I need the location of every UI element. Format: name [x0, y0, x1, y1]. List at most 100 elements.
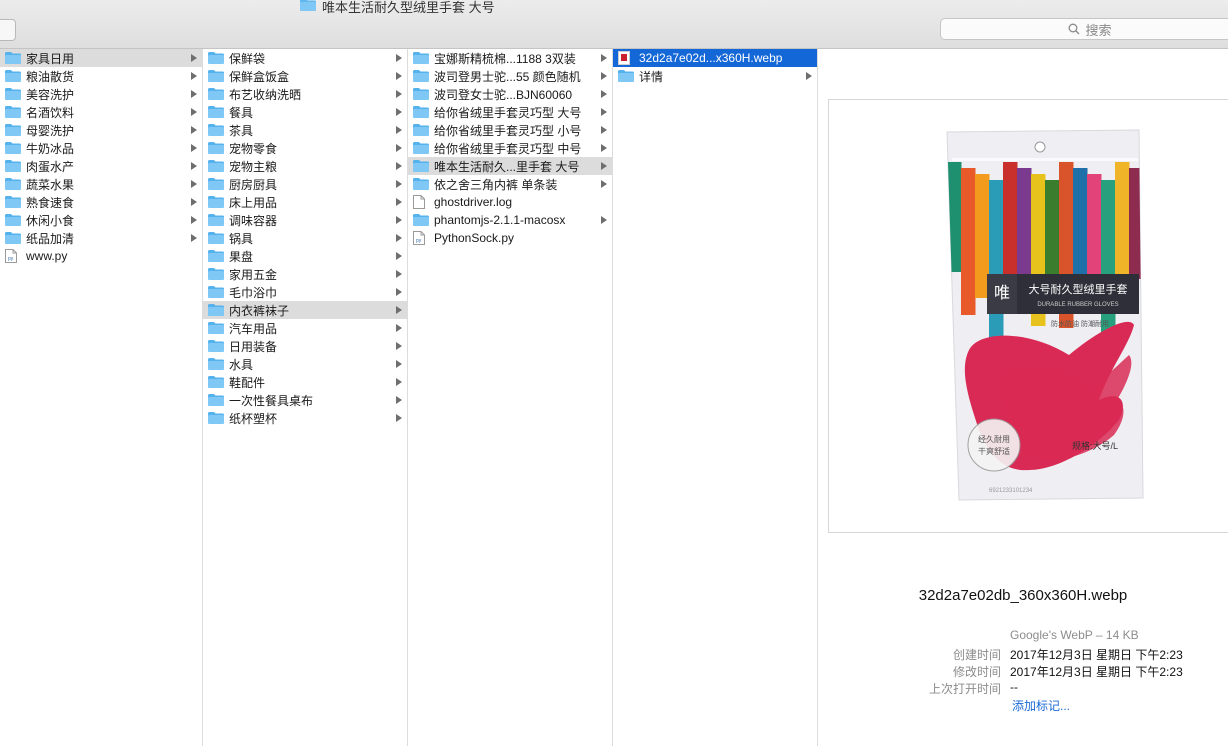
package-stripe	[989, 180, 1004, 341]
column-2-item[interactable]: 鞋配件	[203, 373, 407, 391]
column-1-item[interactable]: 名酒饮料	[0, 103, 202, 121]
item-label: 家用五金	[229, 267, 278, 282]
column-2-item[interactable]: 布艺收纳洗晒	[203, 85, 407, 103]
column-1-item[interactable]: py www.py	[0, 247, 202, 265]
disclosure-arrow-icon	[396, 144, 402, 152]
column-1-item[interactable]: 蔬菜水果	[0, 175, 202, 193]
view-toggle-button[interactable]	[0, 19, 16, 41]
disclosure-arrow-icon	[396, 378, 402, 386]
item-label: 宝娜斯精梳棉...1188 3双装	[434, 51, 576, 66]
column-2-item[interactable]: 厨房厨具	[203, 175, 407, 193]
add-tags-link[interactable]: 添加标记...	[1012, 697, 1070, 714]
column-2-item[interactable]: 宠物零食	[203, 139, 407, 157]
column-3[interactable]: 宝娜斯精梳棉...1188 3双装 波司登男士驼...55 颜色随机 波司登女士驼.…	[408, 49, 613, 746]
item-label: 宠物零食	[229, 141, 278, 156]
column-2-item[interactable]: 日用装备	[203, 337, 407, 355]
meta-key: 修改时间	[952, 665, 1001, 679]
column-1-item[interactable]: 纸品加清	[0, 229, 202, 247]
column-2-item[interactable]: 汽车用品	[203, 319, 407, 337]
item-label: 纸品加清	[26, 231, 75, 246]
item-label: 详情	[639, 69, 664, 84]
column-1-item[interactable]: 熟食速食	[0, 193, 202, 211]
column-3-item[interactable]: 给你省绒里手套灵巧型 中号	[408, 139, 612, 157]
column-2-item[interactable]: 宠物主粮	[203, 157, 407, 175]
item-label: 蔬菜水果	[26, 177, 75, 192]
column-2-item[interactable]: 毛巾浴巾	[203, 283, 407, 301]
column-1-item[interactable]: 肉蛋水产	[0, 157, 202, 175]
column-3-item[interactable]: phantomjs-2.1.1-macosx	[408, 211, 612, 229]
disclosure-arrow-icon	[396, 108, 402, 116]
column-2-item[interactable]: 保鲜袋	[203, 49, 407, 67]
column-2-item[interactable]: 调味容器	[203, 211, 407, 229]
folder-icon	[5, 159, 21, 173]
column-2-item[interactable]: 锅具	[203, 229, 407, 247]
disclosure-arrow-icon	[396, 342, 402, 350]
disclosure-arrow-icon	[601, 216, 607, 224]
product-barcode-text: 6921233101234	[989, 488, 1033, 494]
column-2-item[interactable]: 茶具	[203, 121, 407, 139]
column-1-item[interactable]: 母婴洗护	[0, 121, 202, 139]
folder-icon	[5, 231, 21, 245]
disclosure-arrow-icon	[396, 414, 402, 422]
column-3-item[interactable]: 宝娜斯精梳棉...1188 3双装	[408, 49, 612, 67]
item-label: 牛奶冰品	[26, 141, 75, 156]
search-field[interactable]: 搜索	[940, 18, 1228, 40]
folder-icon	[5, 123, 21, 137]
column-2-item[interactable]: 一次性餐具桌布	[203, 391, 407, 409]
folder-icon	[413, 141, 429, 155]
column-4-item[interactable]: 32d2a7e02d...x360H.webp	[613, 49, 817, 67]
column-3-item[interactable]: 唯本生活耐久...里手套 大号	[408, 157, 612, 175]
column-2-item[interactable]: 床上用品	[203, 193, 407, 211]
package-stripe	[1129, 168, 1143, 279]
column-3-item[interactable]: py PythonSock.py	[408, 229, 612, 247]
disclosure-arrow-icon	[191, 180, 197, 188]
column-4-item[interactable]: 详情	[613, 67, 817, 85]
column-1-item[interactable]: 美容洗护	[0, 85, 202, 103]
disclosure-arrow-icon	[191, 90, 197, 98]
item-label: 纸杯塑杯	[229, 411, 278, 426]
item-label: 给你省绒里手套灵巧型 大号	[434, 105, 582, 120]
column-3-item[interactable]: 波司登女士驼...BJN60060	[408, 85, 612, 103]
python-file-icon: py	[413, 231, 429, 245]
folder-icon	[413, 69, 429, 83]
product-subtitle: DURABLE RUBBER GLOVES	[1037, 302, 1118, 308]
disclosure-arrow-icon	[806, 72, 812, 80]
folder-icon	[413, 51, 429, 65]
item-label: www.py	[26, 249, 68, 263]
column-2-item[interactable]: 餐具	[203, 103, 407, 121]
column-3-item[interactable]: 波司登男士驼...55 颜色随机	[408, 67, 612, 85]
column-3-item[interactable]: 依之舍三角内裤 单条装	[408, 175, 612, 193]
meta-value: 2017年12月3日 星期日 下午2:23	[1010, 648, 1183, 662]
column-2[interactable]: 保鲜袋 保鲜盒饭盒 布艺收纳洗晒 餐具茶具宠物零食 宠物主粮 厨房厨具 床上用品 调味容器 锅具…	[203, 49, 408, 746]
column-2-item[interactable]: 保鲜盒饭盒	[203, 67, 407, 85]
item-label: 波司登男士驼...55 颜色随机	[434, 69, 581, 84]
column-4[interactable]: 32d2a7e02d...x360H.webp 详情	[613, 49, 818, 746]
meta-row: 修改时间 2017年12月3日 星期日 下午2:23	[818, 663, 1183, 680]
column-1-item[interactable]: 家具日用	[0, 49, 202, 67]
column-3-item[interactable]: 给你省绒里手套灵巧型 小号	[408, 121, 612, 139]
folder-icon	[208, 411, 224, 425]
search-icon	[1068, 23, 1080, 35]
column-2-item[interactable]: 水具	[203, 355, 407, 373]
column-3-item[interactable]: 给你省绒里手套灵巧型 大号	[408, 103, 612, 121]
item-label: 毛巾浴巾	[229, 285, 278, 300]
column-3-item[interactable]: ghostdriver.log	[408, 193, 612, 211]
disclosure-arrow-icon	[601, 162, 607, 170]
column-1[interactable]: 家具日用 粮油散货 美容洗护 名酒饮料 母婴洗护牛奶冰品 肉蛋水产蔬菜水果 熟食速食 休闲小食…	[0, 49, 203, 746]
item-label: 茶具	[229, 123, 254, 138]
item-label: 唯本生活耐久...里手套 大号	[434, 159, 580, 174]
column-2-item[interactable]: 果盘	[203, 247, 407, 265]
disclosure-arrow-icon	[601, 108, 607, 116]
column-2-item[interactable]: 纸杯塑杯	[203, 409, 407, 427]
column-1-item[interactable]: 牛奶冰品	[0, 139, 202, 157]
column-1-item[interactable]: 休闲小食	[0, 211, 202, 229]
preview-pane: 唯 大号耐久型绒里手套 DURABLE RUBBER GLOVES 防水防油 防…	[818, 49, 1228, 746]
column-2-item[interactable]: 内衣裤袜子	[203, 301, 407, 319]
item-label: 保鲜袋	[229, 51, 266, 66]
column-2-item[interactable]: 家用五金	[203, 265, 407, 283]
column-1-item[interactable]: 粮油散货	[0, 67, 202, 85]
preview-image-frame: 唯 大号耐久型绒里手套 DURABLE RUBBER GLOVES 防水防油 防…	[828, 99, 1228, 533]
folder-icon	[208, 357, 224, 371]
disclosure-arrow-icon	[396, 288, 402, 296]
disclosure-arrow-icon	[191, 126, 197, 134]
